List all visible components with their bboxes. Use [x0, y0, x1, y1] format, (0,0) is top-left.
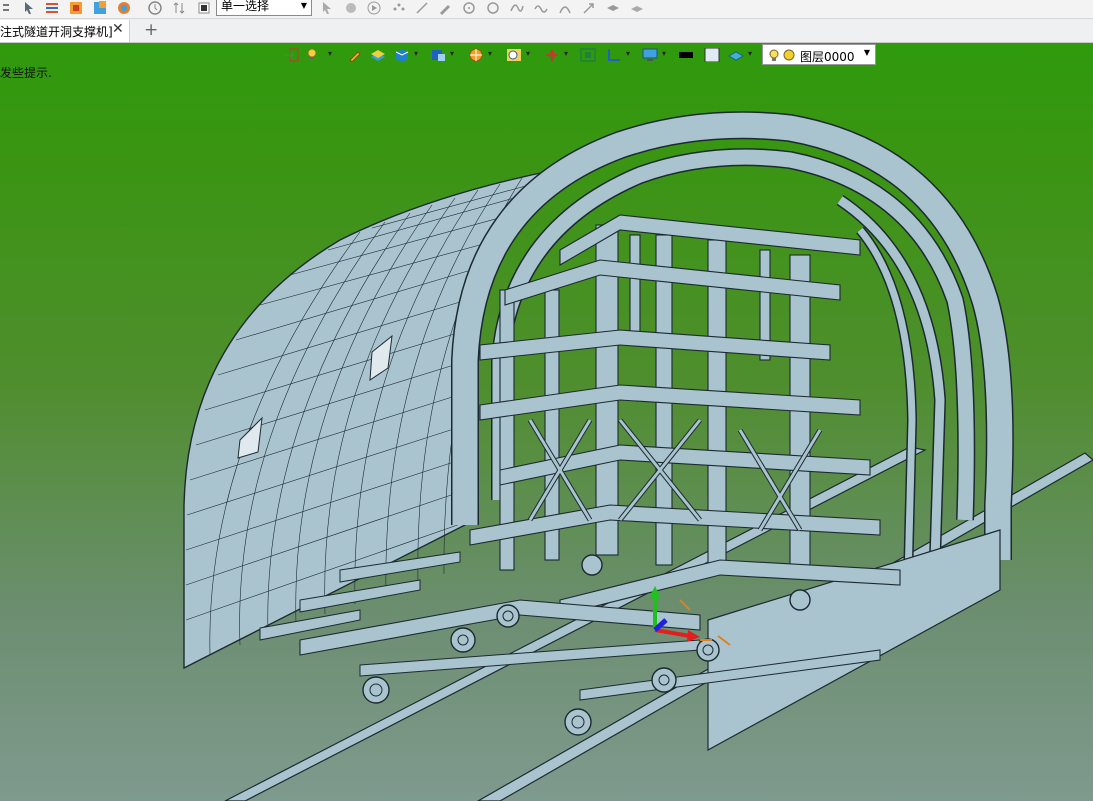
pointer-icon[interactable] — [22, 1, 36, 15]
zoom-icon[interactable] — [506, 48, 522, 62]
frame-icon[interactable] — [580, 48, 596, 62]
settings-icon[interactable] — [117, 1, 131, 15]
surface-icon[interactable] — [630, 1, 644, 15]
add-tab-button[interactable]: + — [144, 20, 158, 40]
sun-icon[interactable] — [468, 48, 484, 62]
top-toolbar: 单一选择 ▼ — [0, 0, 1093, 19]
arrow-icon[interactable] — [582, 1, 596, 15]
brush-icon[interactable] — [348, 48, 364, 63]
import-icon[interactable] — [69, 1, 83, 15]
arrows-icon[interactable] — [172, 1, 186, 15]
chevron-down-icon[interactable]: ▾ — [626, 49, 630, 58]
chevron-down-icon: ▼ — [863, 48, 870, 57]
layer-name: 图层0000 — [800, 50, 855, 64]
axis-icon[interactable] — [544, 48, 560, 62]
close-icon[interactable]: ✕ — [112, 21, 124, 37]
list-icon[interactable] — [2, 1, 16, 15]
document-tab[interactable]: 注式隧道开洞支撑机] ✕ — [0, 20, 130, 42]
circle-icon[interactable] — [462, 1, 476, 15]
layers-icon[interactable] — [45, 1, 59, 15]
pen-icon[interactable] — [438, 1, 452, 15]
chevron-down-icon[interactable]: ▾ — [450, 49, 454, 58]
chevron-down-icon[interactable]: ▾ — [488, 49, 492, 58]
stop-icon[interactable] — [197, 1, 211, 15]
points-icon[interactable] — [392, 1, 406, 15]
layers-color-icon[interactable] — [370, 48, 386, 62]
select-icon[interactable] — [344, 1, 358, 15]
chevron-down-icon[interactable]: ▾ — [748, 49, 752, 58]
circle-outline-icon[interactable] — [486, 1, 500, 15]
monitor-icon[interactable] — [642, 48, 658, 62]
wave-icon[interactable] — [534, 1, 548, 15]
clock-icon[interactable] — [148, 1, 162, 15]
3d-viewport[interactable]: 发些提示. ▾ ▾ ▾ ▾ ▾ ▾ ▾ ▾ ▾ 图层0000 ▼ — [0, 43, 1093, 801]
white-fill-icon[interactable] — [704, 47, 720, 63]
view-toolbar: ▾ ▾ ▾ ▾ ▾ ▾ ▾ ▾ ▾ 图层0000 ▼ — [280, 43, 878, 67]
curve-icon[interactable] — [510, 1, 524, 15]
exit-icon[interactable] — [284, 48, 300, 62]
line-icon[interactable] — [415, 1, 429, 15]
view-cube-icon[interactable] — [430, 48, 446, 62]
light-icon[interactable] — [306, 48, 322, 62]
chevron-down-icon[interactable]: ▾ — [328, 49, 332, 58]
play-icon[interactable] — [367, 1, 381, 15]
chevron-down-icon: ▼ — [300, 1, 307, 10]
hint-text: 发些提示. — [0, 66, 52, 80]
cursor-icon[interactable] — [320, 1, 334, 15]
light-bulb-icon — [769, 49, 795, 61]
layer-select[interactable]: 图层0000 ▼ — [762, 44, 876, 65]
document-tab-bar: 注式隧道开洞支撑机] ✕ + — [0, 19, 1093, 43]
chevron-down-icon[interactable]: ▾ — [526, 49, 530, 58]
chevron-down-icon[interactable]: ▾ — [564, 49, 568, 58]
plane-icon[interactable] — [727, 48, 745, 62]
black-fill-icon[interactable] — [678, 48, 694, 62]
document-tab-title: 注式隧道开洞支撑机] — [0, 25, 113, 39]
selection-mode-select[interactable]: 单一选择 ▼ — [216, 0, 312, 16]
stack-icon[interactable] — [606, 1, 620, 15]
tunnel-support-machine-model — [183, 111, 1093, 801]
cube-icon[interactable] — [394, 48, 410, 62]
ruler-icon[interactable] — [606, 48, 622, 62]
arc-icon[interactable] — [558, 1, 572, 15]
chevron-down-icon[interactable]: ▾ — [662, 49, 666, 58]
export-icon[interactable] — [93, 1, 107, 15]
selection-mode-value: 单一选择 — [221, 0, 270, 13]
chevron-down-icon[interactable]: ▾ — [414, 49, 418, 58]
